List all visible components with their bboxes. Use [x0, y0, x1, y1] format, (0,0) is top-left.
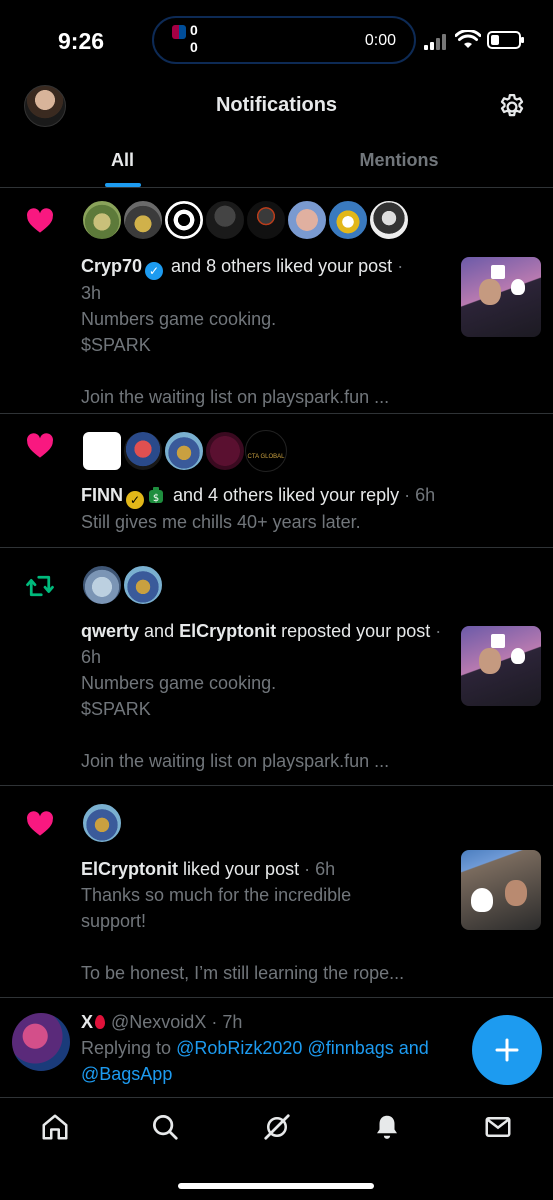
mention-link[interactable]: @RobRizk2020 — [176, 1038, 302, 1058]
reposter-avatars — [81, 564, 164, 606]
liker-avatars: CTA GLOBAL — [81, 430, 287, 472]
search-icon[interactable] — [150, 1112, 180, 1142]
notification-item[interactable]: Cryp70 ✓ and 8 others liked your post · 3… — [0, 189, 553, 414]
svg-text:$: $ — [153, 493, 159, 504]
post-snippet: Still gives me chills 40+ years later. — [81, 512, 361, 532]
timestamp: 6h — [315, 859, 336, 879]
verified-badge-icon: ✓ — [126, 491, 144, 509]
notification-action: liked your post — [183, 859, 300, 879]
avatar[interactable] — [163, 430, 205, 472]
actor-name[interactable]: Cryp70 — [81, 256, 142, 276]
actor-name[interactable]: ElCryptonit — [179, 621, 276, 641]
notification-item[interactable]: ElCryptonit liked your post · 6h Thanks … — [0, 786, 553, 998]
notification-action: and 4 others liked your reply — [173, 485, 400, 505]
dynamic-island-live-activity[interactable]: 0 0 0:00 — [152, 16, 416, 64]
compose-button[interactable] — [472, 1015, 542, 1085]
grok-icon[interactable] — [262, 1112, 292, 1142]
top-header: Notifications — [0, 80, 553, 132]
bell-icon[interactable] — [372, 1112, 402, 1142]
tab-mentions[interactable]: Mentions — [245, 132, 553, 187]
mention-link[interactable]: @finnbags — [307, 1038, 393, 1058]
money-bag-icon: $ — [149, 487, 163, 504]
club-crest-icon — [172, 25, 186, 39]
liker-avatars — [81, 199, 410, 241]
plus-icon — [495, 1038, 519, 1062]
home-indicator[interactable] — [178, 1183, 374, 1189]
mention-link[interactable]: @BagsApp — [81, 1064, 172, 1084]
author-handle: @NexvoidX — [111, 1012, 207, 1032]
status-bar: 9:26 0 0 0:00 — [0, 0, 553, 80]
tab-all[interactable]: All — [0, 132, 245, 187]
liker-avatars — [81, 802, 123, 844]
gear-icon[interactable] — [497, 92, 527, 122]
avatar[interactable] — [204, 430, 246, 472]
mail-icon[interactable] — [483, 1112, 513, 1142]
timestamp: 3h — [81, 283, 102, 303]
replying-to-label: Replying to — [81, 1038, 172, 1058]
timestamp: 6h — [415, 485, 436, 505]
post-thumbnail[interactable] — [461, 850, 541, 930]
author-name[interactable]: X — [81, 1012, 93, 1032]
status-time: 9:26 — [58, 28, 105, 54]
avatar[interactable] — [286, 199, 328, 241]
reply-item[interactable]: X @NexvoidX · 7h Replying to @RobRizk2020… — [0, 999, 553, 1097]
battery-icon — [487, 31, 524, 49]
notification-tabs: All Mentions — [0, 132, 553, 188]
score-home: 0 — [190, 22, 198, 38]
avatar[interactable]: CTA GLOBAL — [245, 430, 287, 472]
timestamp: 6h — [81, 647, 102, 667]
match-clock: 0:00 — [364, 32, 396, 49]
home-icon[interactable] — [40, 1112, 70, 1142]
notification-item[interactable]: qwerty and ElCryptonit reposted your pos… — [0, 548, 553, 786]
avatar[interactable] — [245, 199, 287, 241]
heart-icon — [24, 430, 56, 462]
repost-icon — [24, 570, 56, 602]
post-thumbnail[interactable] — [461, 626, 541, 706]
notification-action: reposted your — [281, 621, 392, 641]
post-snippet: Thanks so much for the incredible suppor… — [81, 885, 405, 983]
verified-badge-icon: ✓ — [145, 262, 164, 280]
avatar[interactable] — [368, 199, 410, 241]
avatar[interactable] — [81, 564, 123, 606]
actor-name[interactable]: FINN — [81, 485, 123, 505]
avatar[interactable] — [163, 199, 205, 241]
avatar[interactable] — [327, 199, 369, 241]
post-thumbnail[interactable] — [461, 257, 541, 337]
wifi-icon — [455, 30, 481, 48]
avatar[interactable] — [81, 802, 123, 844]
post-snippet: Numbers game cooking. $SPARK Join the wa… — [81, 673, 390, 771]
notification-action: and 8 others liked your post — [171, 256, 393, 276]
avatar[interactable] — [204, 199, 246, 241]
actor-name[interactable]: ElCryptonit — [81, 859, 178, 879]
timestamp: 7h — [222, 1012, 243, 1032]
avatar[interactable] — [122, 430, 164, 472]
avatar[interactable] — [81, 430, 123, 472]
post-snippet: Numbers game cooking. $SPARK Join the wa… — [81, 309, 390, 407]
heart-icon — [24, 205, 56, 237]
avatar[interactable] — [122, 199, 164, 241]
heart-icon — [24, 808, 56, 840]
actor-name[interactable]: qwerty — [81, 621, 139, 641]
notifications-feed: Cryp70 ✓ and 8 others liked your post · 3… — [0, 189, 553, 998]
avatar[interactable] — [12, 1013, 70, 1071]
score-away: 0 — [190, 39, 198, 55]
cellular-signal-icon — [424, 34, 450, 50]
page-title: Notifications — [215, 94, 338, 116]
blood-drop-icon — [95, 1015, 106, 1029]
avatar[interactable] — [122, 564, 164, 606]
notification-item[interactable]: CTA GLOBAL FINN ✓ $ and 4 others liked you… — [0, 414, 553, 548]
avatar[interactable] — [81, 199, 123, 241]
